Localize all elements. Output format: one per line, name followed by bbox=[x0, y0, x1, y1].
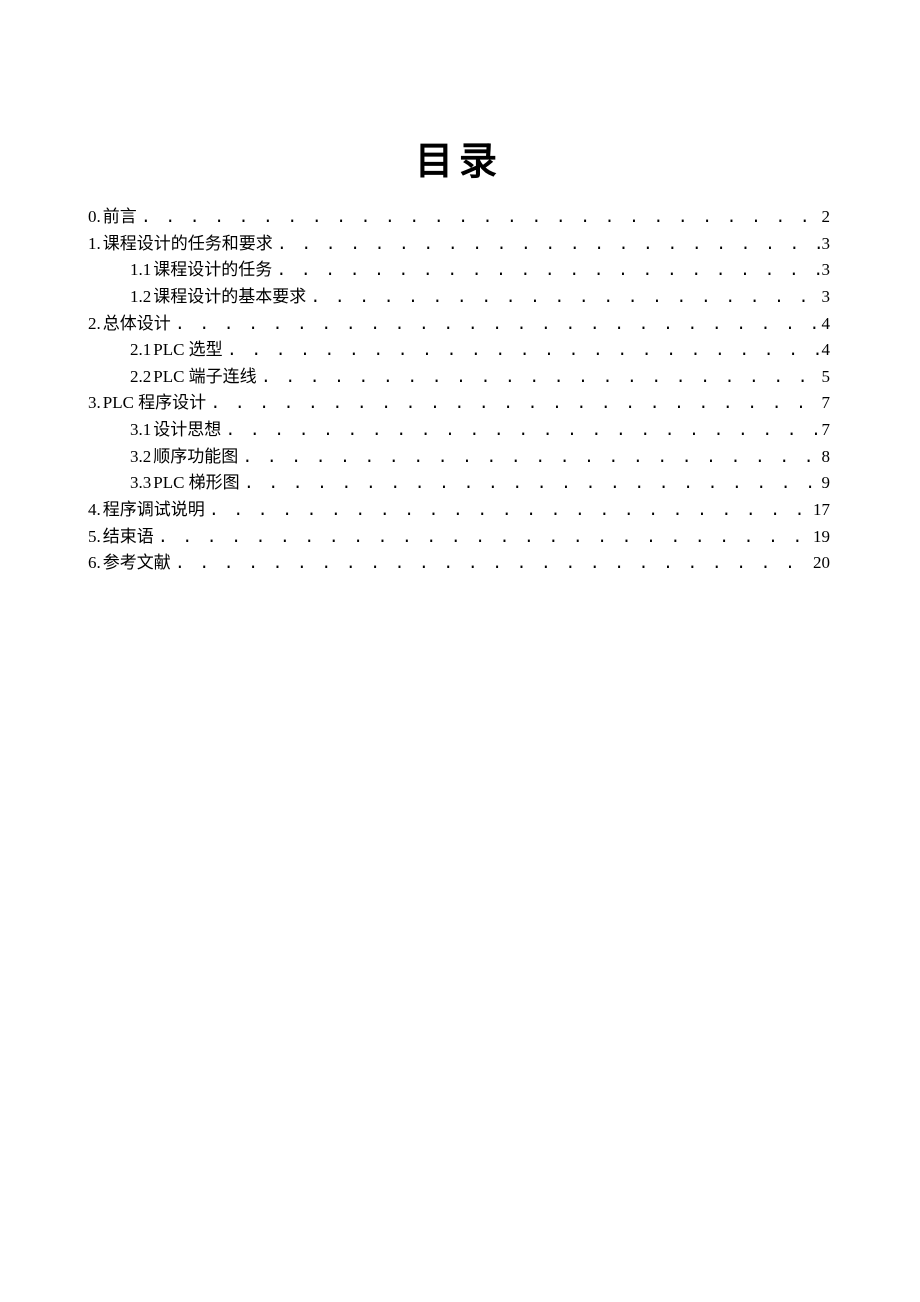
toc-entry-page: 2 bbox=[820, 205, 831, 230]
toc-entry-label: 前言 bbox=[103, 205, 141, 230]
toc-entry: 1.课程设计的任务和要求 3 bbox=[88, 232, 830, 259]
toc-entry-label: 设计思想 bbox=[153, 418, 225, 443]
toc-entry: 3.PLC 程序设计 7 bbox=[88, 391, 830, 418]
toc-entry-page: 8 bbox=[820, 445, 831, 470]
toc-entry-dots bbox=[175, 553, 811, 578]
toc-entry-label: 结束语 bbox=[103, 525, 158, 550]
toc-entry-label: PLC 程序设计 bbox=[103, 391, 210, 416]
toc-entry-page: 19 bbox=[811, 525, 830, 550]
toc-entry-dots bbox=[209, 500, 811, 525]
toc-entry-marker: 1. bbox=[88, 232, 103, 257]
toc-entry-label: 顺序功能图 bbox=[153, 445, 242, 470]
toc-entry: 3.1设计思想 7 bbox=[88, 418, 830, 445]
toc-entry-page: 20 bbox=[811, 551, 830, 576]
toc-entry-label: 课程设计的任务和要求 bbox=[103, 232, 277, 257]
toc-entry-marker: 2.1 bbox=[130, 338, 153, 363]
toc-entry-page: 3 bbox=[820, 285, 831, 310]
toc-entry: 4.程序调试说明 17 bbox=[88, 498, 830, 525]
toc-entry-dots bbox=[276, 260, 819, 285]
toc-entry-page: 3 bbox=[820, 258, 831, 283]
toc-entry-page: 7 bbox=[820, 418, 831, 443]
toc-entry-label: 课程设计的任务 bbox=[153, 258, 276, 283]
toc-entry-page: 4 bbox=[820, 338, 831, 363]
toc-entry-marker: 3.2 bbox=[130, 445, 153, 470]
toc-entry-dots bbox=[310, 287, 819, 312]
toc-entry-page: 7 bbox=[820, 391, 831, 416]
toc-entry-dots bbox=[244, 473, 820, 498]
toc-entry: 1.2课程设计的基本要求 3 bbox=[88, 285, 830, 312]
toc-entry: 5.结束语 19 bbox=[88, 525, 830, 552]
toc-entry-dots bbox=[225, 420, 819, 445]
toc-entry-label: PLC 梯形图 bbox=[153, 471, 243, 496]
toc-entry-label: PLC 选型 bbox=[153, 338, 226, 363]
toc-list: 0.前言21.课程设计的任务和要求31.1课程设计的任务31.2课程设计的基本要… bbox=[88, 205, 830, 578]
toc-entry-dots bbox=[210, 393, 819, 418]
toc-entry-page: 4 bbox=[820, 312, 831, 337]
toc-entry-page: 3 bbox=[820, 232, 831, 257]
toc-entry-marker: 3.3 bbox=[130, 471, 153, 496]
toc-entry-dots bbox=[227, 340, 820, 365]
toc-entry-marker: 0. bbox=[88, 205, 103, 230]
toc-title: 目录 bbox=[88, 130, 830, 185]
toc-entry: 2.总体设计 4 bbox=[88, 312, 830, 339]
toc-entry-label: PLC 端子连线 bbox=[153, 365, 260, 390]
toc-entry-marker: 1.1 bbox=[130, 258, 153, 283]
toc-entry-label: 课程设计的基本要求 bbox=[153, 285, 310, 310]
toc-entry-dots bbox=[175, 314, 820, 339]
toc-entry: 2.1PLC 选型 4 bbox=[88, 338, 830, 365]
toc-entry-marker: 4. bbox=[88, 498, 103, 523]
toc-entry-marker: 6. bbox=[88, 551, 103, 576]
toc-entry-dots bbox=[261, 367, 820, 392]
toc-entry-label: 总体设计 bbox=[103, 312, 175, 337]
toc-entry: 3.2顺序功能图 8 bbox=[88, 445, 830, 472]
toc-entry-marker: 3.1 bbox=[130, 418, 153, 443]
page-container: 目录 0.前言21.课程设计的任务和要求31.1课程设计的任务31.2课程设计的… bbox=[0, 0, 920, 578]
toc-entry-marker: 2. bbox=[88, 312, 103, 337]
toc-entry-dots bbox=[277, 234, 820, 259]
toc-entry: 3.3PLC 梯形图 9 bbox=[88, 471, 830, 498]
toc-entry: 6.参考文献 20 bbox=[88, 551, 830, 578]
toc-entry: 2.2PLC 端子连线 5 bbox=[88, 365, 830, 392]
toc-entry-dots bbox=[141, 207, 820, 232]
toc-entry: 0.前言 2 bbox=[88, 205, 830, 232]
toc-entry-marker: 5. bbox=[88, 525, 103, 550]
toc-entry-page: 5 bbox=[820, 365, 831, 390]
toc-entry-dots bbox=[242, 447, 819, 472]
toc-entry-label: 程序调试说明 bbox=[103, 498, 209, 523]
toc-entry-marker: 2.2 bbox=[130, 365, 153, 390]
toc-entry-page: 9 bbox=[820, 471, 831, 496]
toc-entry-dots bbox=[158, 527, 811, 552]
toc-entry-label: 参考文献 bbox=[103, 551, 175, 576]
toc-entry: 1.1课程设计的任务 3 bbox=[88, 258, 830, 285]
toc-entry-marker: 3. bbox=[88, 391, 103, 416]
toc-entry-marker: 1.2 bbox=[130, 285, 153, 310]
toc-entry-page: 17 bbox=[811, 498, 830, 523]
